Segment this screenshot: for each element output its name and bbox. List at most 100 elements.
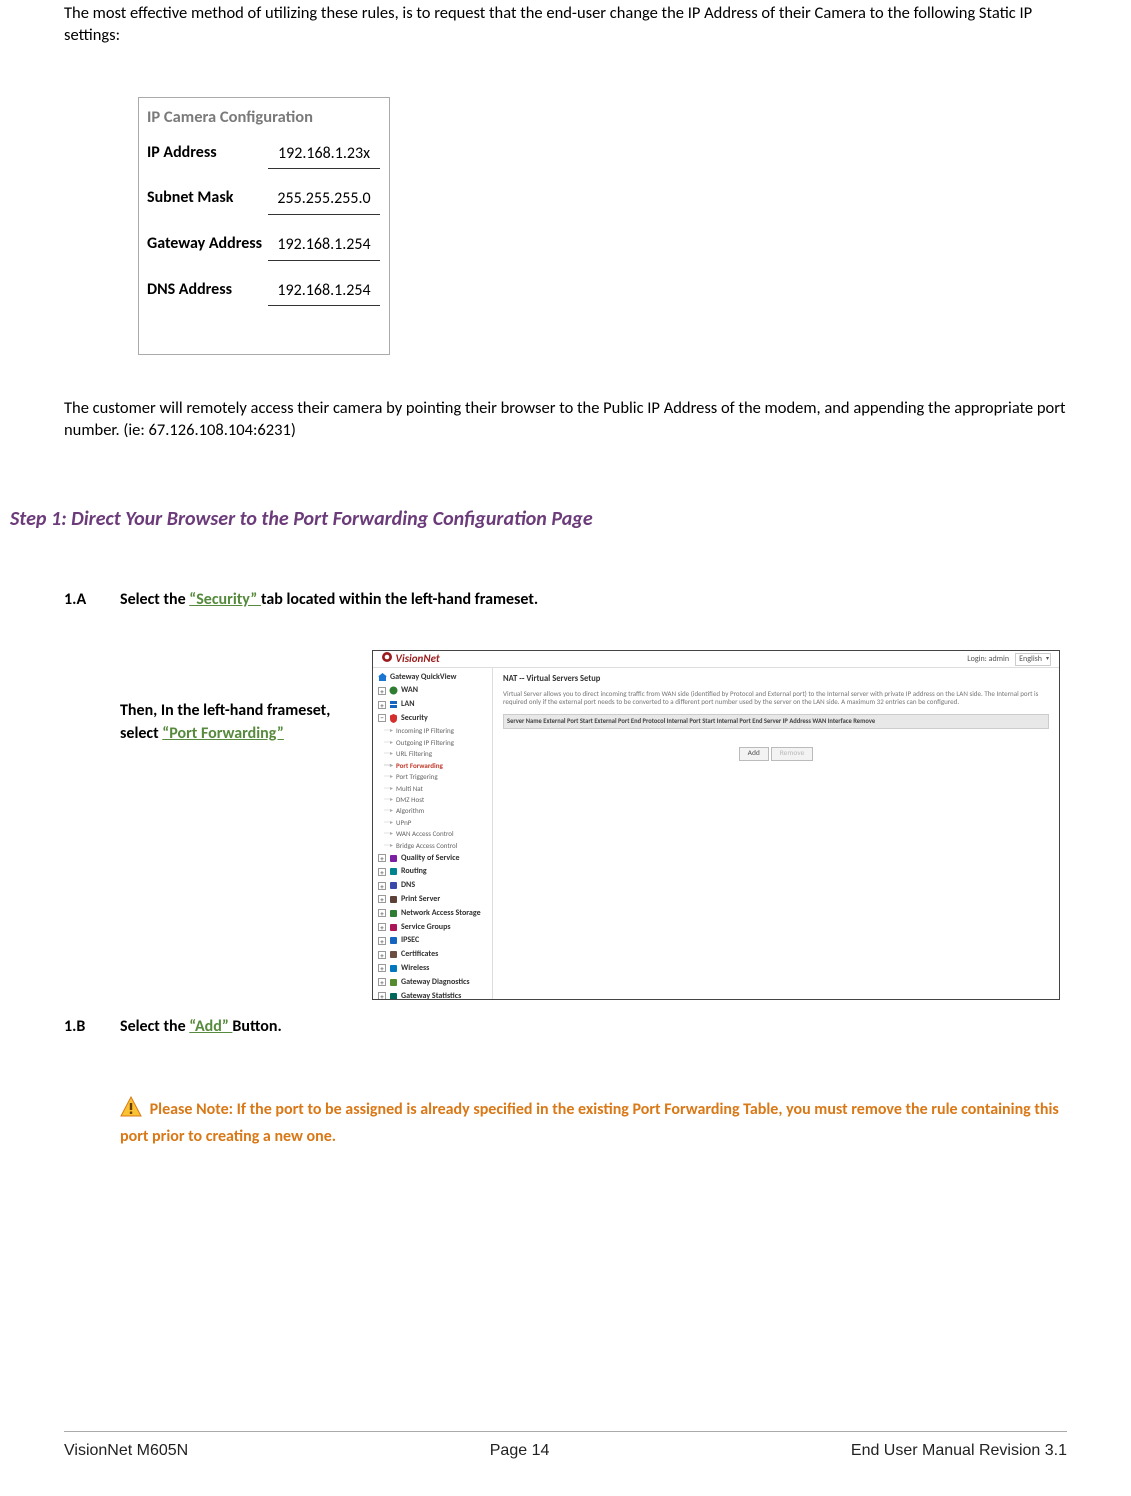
shield-icon (389, 714, 398, 723)
sidebar-item[interactable]: +IPSEC (376, 934, 489, 948)
expand-icon[interactable]: + (378, 937, 386, 945)
row-value: 192.168.1.254 (268, 280, 380, 307)
warning-text: Please Note: If the port to be assigned … (120, 1100, 1059, 1146)
page-footer: VisionNet M605N Page 14 End User Manual … (64, 1431, 1067, 1462)
sidebar-item[interactable]: +Quality of Service (376, 851, 489, 865)
table-row: Subnet Mask 255.255.255.0 (139, 187, 389, 233)
expand-icon[interactable]: + (378, 909, 386, 917)
text-segment: tab located within the left-hand framese… (261, 590, 538, 609)
port-forwarding-link[interactable]: “Port Forwarding” (162, 724, 284, 743)
virtual-server-table-header: Server Name External Port Start External… (503, 714, 1049, 729)
step-1b: 1.B Select the “Add” Button. (64, 1016, 1067, 1038)
menu-icon (389, 964, 398, 973)
expand-icon[interactable]: + (378, 882, 386, 890)
sidebar-item[interactable]: +Service Groups (376, 920, 489, 934)
warning-note: Please Note: If the port to be assigned … (120, 1096, 1067, 1148)
sidebar-item[interactable]: +DNS (376, 879, 489, 893)
text-segment: Select the (120, 1017, 189, 1036)
expand-icon[interactable]: + (378, 964, 386, 972)
row-label: IP Address (147, 142, 267, 170)
sidebar-sub-item[interactable]: Outgoing IP Filtering (376, 737, 489, 748)
access-instruction: The customer will remotely access their … (64, 397, 1067, 442)
menu-icon (389, 895, 398, 904)
sidebar: Gateway QuickView + WAN + LAN − (373, 668, 493, 1000)
sidebar-sub-item[interactable]: Multi Nat (376, 783, 489, 794)
add-button[interactable]: Add (739, 747, 769, 761)
row-label: Subnet Mask (147, 187, 267, 215)
expand-icon[interactable]: + (378, 687, 386, 695)
row-value: 255.255.255.0 (268, 188, 380, 215)
remove-button[interactable]: Remove (771, 747, 814, 761)
sidebar-item[interactable]: +Routing (376, 865, 489, 879)
footer-product: VisionNet M605N (64, 1440, 188, 1462)
table-row: IP Address 192.168.1.23x (139, 142, 389, 188)
router-admin-screenshot: VisionNet Login: admin English▾ Gateway … (372, 650, 1060, 1000)
network-icon (389, 700, 398, 709)
footer-page-number: Page 14 (490, 1440, 550, 1462)
row-value: 192.168.1.254 (268, 234, 380, 261)
step-instruction: Select the “Add” Button. (120, 1016, 282, 1038)
warning-icon (120, 1096, 142, 1125)
sidebar-sub-item[interactable]: DMZ Host (376, 794, 489, 805)
login-status: Login: admin English▾ (967, 653, 1051, 666)
sidebar-sub-item[interactable]: URL Filtering (376, 748, 489, 759)
text-segment: Button. (232, 1017, 281, 1036)
brand-logo: VisionNet (381, 651, 440, 667)
row-label: Gateway Address (147, 233, 267, 261)
expand-icon[interactable]: + (378, 854, 386, 862)
sidebar-item-security[interactable]: − Security (376, 712, 489, 726)
globe-icon (389, 686, 398, 695)
menu-icon (389, 950, 398, 959)
menu-icon (389, 909, 398, 918)
ip-config-table: IP Camera Configuration IP Address 192.1… (138, 97, 390, 356)
security-link[interactable]: “Security” (189, 590, 261, 609)
add-link[interactable]: “Add” (189, 1017, 232, 1036)
expand-icon[interactable]: + (378, 868, 386, 876)
step-number: 1.A (64, 589, 120, 611)
config-table-title: IP Camera Configuration (139, 98, 389, 142)
sidebar-sub-item[interactable]: Incoming IP Filtering (376, 725, 489, 736)
expand-icon[interactable]: + (378, 923, 386, 931)
sidebar-item[interactable]: +Gateway Statistics (376, 989, 489, 1000)
nat-title: NAT -- Virtual Servers Setup (503, 674, 1049, 685)
row-label: DNS Address (147, 279, 267, 307)
expand-icon[interactable]: + (378, 951, 386, 959)
table-row: DNS Address 192.168.1.254 (139, 279, 389, 325)
sidebar-item[interactable]: +Print Server (376, 893, 489, 907)
sidebar-sub-item[interactable]: Port Forwarding (376, 760, 489, 771)
sidebar-item[interactable]: +Certificates (376, 948, 489, 962)
footer-revision: End User Manual Revision 3.1 (851, 1440, 1067, 1462)
step-1a: 1.A Select the “Security” tab located wi… (64, 589, 1067, 611)
nat-description: Virtual Server allows you to direct inco… (503, 690, 1049, 707)
menu-icon (389, 923, 398, 932)
language-selector[interactable]: English▾ (1015, 653, 1051, 666)
sidebar-sub-item[interactable]: Algorithm (376, 805, 489, 816)
sidebar-sub-item[interactable]: WAN Access Control (376, 828, 489, 839)
menu-icon (389, 936, 398, 945)
sidebar-sub-item[interactable]: UPnP (376, 817, 489, 828)
menu-icon (389, 881, 398, 890)
collapse-icon[interactable]: − (378, 714, 386, 722)
menu-icon (389, 978, 398, 987)
expand-icon[interactable]: + (378, 992, 386, 1000)
text-segment: Select the (120, 590, 189, 609)
sidebar-item-quickview[interactable]: Gateway QuickView (376, 670, 489, 684)
table-row: Gateway Address 192.168.1.254 (139, 233, 389, 279)
sidebar-item-wan[interactable]: + WAN (376, 684, 489, 698)
menu-icon (389, 992, 398, 1001)
sidebar-item[interactable]: +Gateway Diagnostics (376, 975, 489, 989)
expand-icon[interactable]: + (378, 978, 386, 986)
sidebar-sub-item[interactable]: Port Triggering (376, 771, 489, 782)
main-content: NAT -- Virtual Servers Setup Virtual Ser… (493, 668, 1059, 1000)
step-instruction: Select the “Security” tab located within… (120, 589, 538, 611)
sidebar-sub-item[interactable]: Bridge Access Control (376, 840, 489, 851)
step-1-heading: Step 1: Direct Your Browser to the Port … (10, 506, 1067, 533)
sidebar-item[interactable]: +Wireless (376, 962, 489, 976)
sidebar-item-lan[interactable]: + LAN (376, 698, 489, 712)
sub-instruction: Then, In the left-hand frameset, select … (120, 650, 362, 745)
expand-icon[interactable]: + (378, 701, 386, 709)
expand-icon[interactable]: + (378, 895, 386, 903)
sidebar-item[interactable]: +Network Access Storage (376, 906, 489, 920)
menu-icon (389, 854, 398, 863)
step-number: 1.B (64, 1016, 120, 1038)
